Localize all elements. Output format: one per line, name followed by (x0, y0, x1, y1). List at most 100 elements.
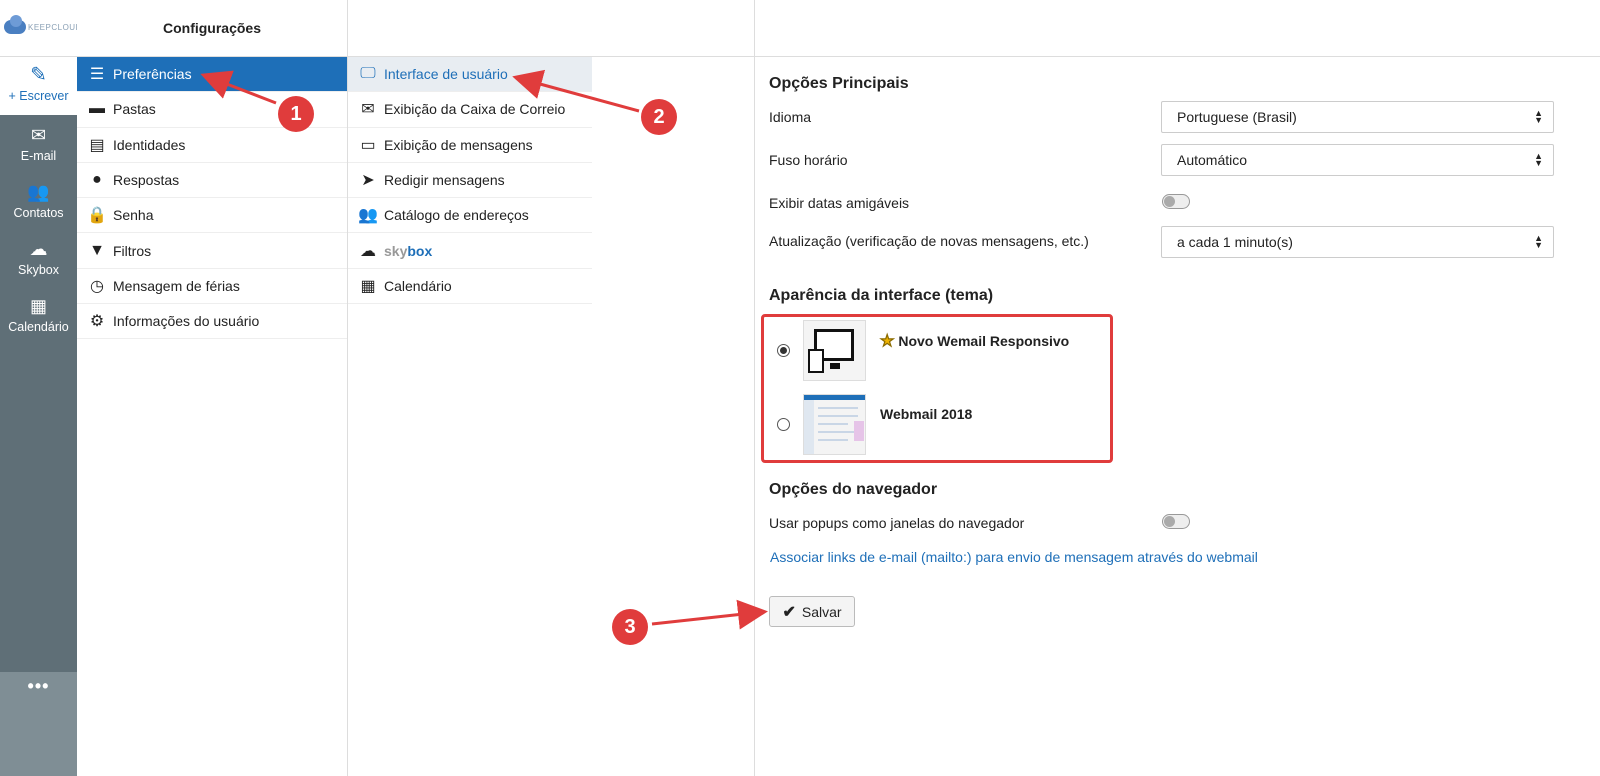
panel-header (755, 0, 1600, 57)
nav-item-user-info[interactable]: ⚙ Informações do usuário (77, 304, 347, 340)
thumb-line-shape (818, 415, 858, 417)
preferences-header (348, 0, 754, 57)
rail-item-label: Calendário (8, 320, 69, 334)
step-badge-3: 3 (612, 609, 648, 645)
sub-item-label: Catálogo de endereços (384, 207, 529, 224)
sub-item-message-view[interactable]: ▭ Exibição de mensagens (348, 128, 592, 163)
nav-item-vacation[interactable]: ◷ Mensagem de férias (77, 269, 347, 305)
nav-item-preferences[interactable]: ☰ Preferências (77, 57, 347, 93)
thumb-line-shape (818, 423, 848, 425)
theme-radio-2018[interactable] (777, 418, 790, 431)
sliders-icon: ☰ (89, 66, 105, 84)
mailto-link[interactable]: Associar links de e-mail (mailto:) para … (770, 549, 1258, 565)
language-select[interactable]: Portuguese (Brasil) ▲ ▼ (1161, 101, 1554, 133)
contacts-icon: 👥 (27, 182, 50, 202)
envelope-icon: ✉ (361, 101, 375, 119)
timezone-value: Automático (1177, 152, 1248, 168)
tablet-shape (808, 349, 824, 373)
nav-item-filters[interactable]: ▼ Filtros (77, 233, 347, 269)
gear-icon: ⚙ (89, 313, 105, 331)
rail-item-contacts[interactable]: 👥 Contatos (0, 172, 77, 228)
timezone-label: Fuso horário (769, 152, 848, 168)
theme-thumbnail-responsive[interactable] (803, 320, 866, 381)
lock-icon: 🔒 (87, 207, 107, 225)
paper-plane-icon: ➤ (361, 172, 375, 190)
calendar-icon: ▦ (29, 296, 47, 316)
language-value: Portuguese (Brasil) (1177, 109, 1297, 125)
envelope-icon: ✉ (30, 125, 47, 145)
rail-item-label: Skybox (18, 263, 59, 277)
thumb-line-shape (818, 439, 848, 441)
sub-item-label: Interface de usuário (384, 66, 508, 83)
logo-text: KEEPCLOUD (28, 22, 82, 32)
theme-label: Novo Wemail Responsivo (898, 333, 1070, 349)
users-icon: 👥 (358, 207, 378, 225)
nav-item-label: Senha (113, 207, 154, 224)
friendly-dates-label: Exibir datas amigáveis (769, 195, 910, 211)
filter-icon: ▼ (89, 241, 105, 259)
refresh-label: Atualização (verificação de novas mensag… (769, 233, 1089, 249)
skybox-icon: ☁ (29, 239, 48, 259)
monitor-icon: 🖵 (360, 65, 376, 83)
nav-item-responses[interactable]: ● Respostas (77, 163, 347, 199)
refresh-value: a cada 1 minuto(s) (1177, 234, 1293, 250)
select-arrows-icon: ▲ ▼ (1534, 108, 1543, 125)
theme-label: Webmail 2018 (880, 406, 973, 422)
rail-item-email[interactable]: ✉ E-mail (0, 115, 77, 171)
rail-item-calendar[interactable]: ▦ Calendário (0, 286, 77, 342)
compose-button[interactable]: ✎ + Escrever (0, 57, 77, 115)
star-icon: ★ (880, 333, 895, 351)
theme-radio-responsive[interactable] (777, 344, 790, 357)
skybox-label-sky: sky (384, 242, 408, 259)
step-badge-1: 1 (278, 96, 314, 132)
section-theme: Aparência da interface (tema) (769, 287, 994, 304)
nav-item-label: Filtros (113, 242, 152, 259)
more-icon: ••• (27, 676, 50, 696)
rail-item-skybox[interactable]: ☁ Skybox (0, 229, 77, 285)
sub-item-compose[interactable]: ➤ Redigir mensagens (348, 163, 592, 199)
nav-item-identities[interactable]: ▤ Identidades (77, 128, 347, 163)
thumb-line-shape (818, 431, 858, 433)
theme-name-responsive[interactable]: ★ Novo Wemail Responsivo (880, 331, 1070, 351)
keepcloud-logo[interactable]: KEEPCLOUD (4, 15, 82, 34)
refresh-select[interactable]: a cada 1 minuto(s) ▲ ▼ (1161, 226, 1554, 258)
logo-area: KEEPCLOUD (0, 0, 81, 57)
check-icon: ✔ (782, 603, 796, 621)
skybox-icon: ☁ (360, 242, 376, 260)
sub-item-mailbox-view[interactable]: ✉ Exibição da Caixa de Correio (348, 92, 592, 128)
save-button[interactable]: ✔ Salvar (769, 596, 855, 627)
clock-icon: ◷ (90, 277, 104, 295)
language-label: Idioma (769, 109, 812, 125)
sub-item-user-interface[interactable]: 🖵 Interface de usuário (348, 57, 592, 93)
nav-item-label: Identidades (113, 136, 186, 153)
sub-item-address-book[interactable]: 👥 Catálogo de endereços (348, 198, 592, 234)
nav-item-label: Preferências (113, 66, 192, 83)
sub-item-skybox[interactable]: ☁ skybox (348, 233, 592, 269)
select-arrows-icon: ▲ ▼ (1534, 151, 1543, 168)
nav-item-label: Respostas (113, 172, 180, 189)
popups-toggle[interactable] (1162, 514, 1190, 529)
sub-item-label: Calendário (384, 277, 452, 294)
theme-name-2018[interactable]: Webmail 2018 (880, 406, 972, 422)
theme-highlight-box: ★ Novo Wemail Responsivo Webmail 2018 (761, 314, 1113, 463)
nav-item-label: Mensagem de férias (113, 277, 240, 294)
sub-item-label: Exibição da Caixa de Correio (384, 101, 566, 118)
friendly-dates-toggle[interactable] (1162, 194, 1190, 209)
timezone-select[interactable]: Automático ▲ ▼ (1161, 144, 1554, 176)
edit-icon: ✎ (30, 64, 47, 86)
nav-item-label: Pastas (113, 101, 156, 118)
sub-item-calendar[interactable]: ▦ Calendário (348, 269, 592, 305)
settings-title: Configurações (77, 0, 347, 57)
nav-item-label: Informações do usuário (113, 313, 260, 330)
nav-item-password[interactable]: 🔒 Senha (77, 198, 347, 234)
popups-label: Usar popups como janelas do navegador (769, 515, 1025, 531)
sub-item-label: Exibição de mensagens (384, 136, 533, 153)
compose-label: + Escrever (8, 89, 69, 103)
cloud-icon (4, 15, 26, 34)
more-menu[interactable]: ••• (0, 672, 77, 776)
sub-item-label: Redigir mensagens (384, 172, 505, 189)
rail-item-label: E-mail (20, 149, 57, 163)
thumb-line-shape (818, 407, 858, 409)
theme-thumbnail-2018[interactable] (803, 394, 866, 455)
select-arrows-icon: ▲ ▼ (1534, 233, 1543, 250)
